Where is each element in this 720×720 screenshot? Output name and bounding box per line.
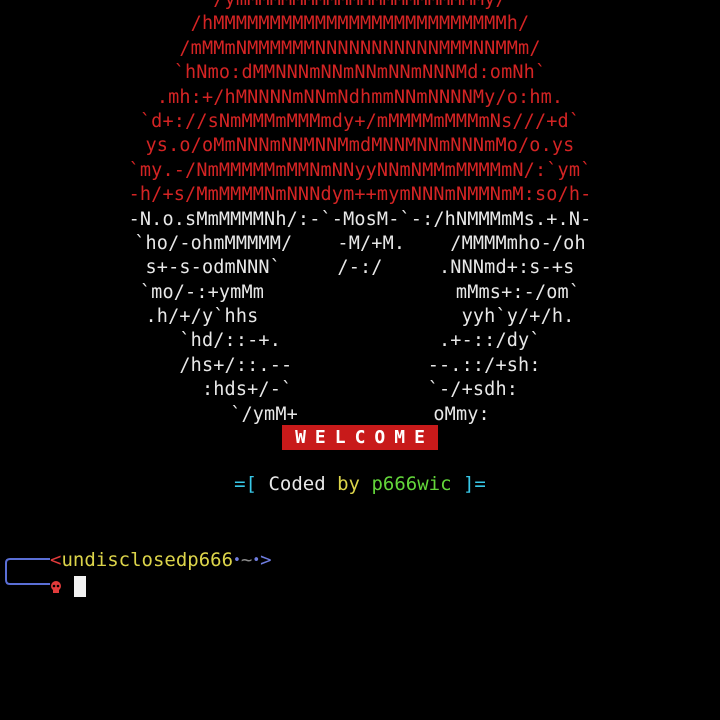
credit-author: p666wic bbox=[371, 473, 452, 495]
welcome-banner: WELCOME bbox=[282, 425, 438, 450]
ascii-art-line: /hs+/::.-- --.::/+sh: bbox=[179, 354, 541, 376]
credit-line: =[ Coded by p666wic ]= bbox=[0, 473, 720, 495]
ascii-art-line: -N.o.sMmMMMMNh/:-`-MosM-`-:/hNMMMmMs.+.N… bbox=[128, 208, 592, 230]
ascii-art-line: `/ymM+ oMmy: bbox=[230, 403, 490, 425]
terminal-cursor[interactable] bbox=[74, 576, 86, 597]
ascii-art-line: /ymMMMMMMMMMMMMMMMMMMMMMy/ bbox=[0, 0, 720, 12]
ascii-art-line: s+-s-odmNNN` /-:/ .NNNmd+:s-+s bbox=[145, 257, 575, 279]
ascii-art-line: :hds+/-` `-/+sdh: bbox=[201, 379, 519, 401]
ascii-art-line: `d+://sNmMMMmMMMmdy+/mMMMMmMMMmNs///+d` bbox=[139, 110, 581, 132]
ascii-art-line: /mMMmNMMMMMMNNNNNNNNNNNMMMNNMMm/ bbox=[179, 37, 541, 59]
ascii-art-line: `my.-/NmMMMMMmMMNmNNyyNNmNMMmMMMMmN/:`ym… bbox=[128, 159, 592, 181]
prompt-username: undisclosedp666 bbox=[61, 549, 234, 571]
credit-by: by bbox=[337, 473, 360, 495]
prompt-open-arrow: < bbox=[50, 549, 62, 571]
welcome-banner-row: WELCOME bbox=[0, 425, 720, 450]
ascii-art-line: `hNmo:dMMNNNmNNmNNmNNmNNNMd:omNh` bbox=[173, 62, 547, 84]
ascii-art-line: -h/+s/MmMMMMNmNNNdym++mymNNNmNMMNmM:so/h… bbox=[128, 184, 592, 206]
ascii-art-line: `hd/::-+. .+-::/dy` bbox=[179, 330, 541, 352]
prompt-separator-dot: • bbox=[252, 553, 261, 568]
ascii-art-line: /hMMMMMMMMMMMMMMMMMMMMMMMMMMh/ bbox=[190, 13, 530, 35]
ascii-art-line: .h/+/y`hhs yyh`y/+/h. bbox=[145, 306, 575, 328]
ascii-art-line: `mo/-:+ymMm mMms+:-/om` bbox=[139, 281, 581, 303]
skull-icon bbox=[51, 581, 61, 593]
credit-close-bracket: ]= bbox=[462, 473, 486, 495]
ascii-art-line: .mh:+/hMNNNNmNNmNdhmmNNmNNNNMy/o:hm. bbox=[156, 86, 564, 108]
terminal-window: /ymMMMMMMMMMMMMMMMMMMMMMy/ /hMMMMMMMMMMM… bbox=[0, 0, 720, 720]
prompt-separator-dot: • bbox=[233, 553, 241, 568]
prompt-cwd: ~ bbox=[240, 549, 253, 571]
credit-open-bracket: =[ bbox=[234, 473, 257, 495]
prompt-frame-icon bbox=[5, 558, 50, 585]
ascii-art-logo: /ymMMMMMMMMMMMMMMMMMMMMMy/ /hMMMMMMMMMMM… bbox=[0, 0, 720, 427]
ascii-art-line: `ho/-ohmMMMMM/ -M/+M. /MMMMmho-/oh bbox=[134, 232, 586, 254]
credit-coded: Coded bbox=[268, 473, 326, 495]
prompt-close-arrow: > bbox=[260, 549, 272, 571]
prompt-line: <undisclosedp666•~•> bbox=[50, 548, 272, 573]
ascii-art-line: ys.o/oMmNNNmNNMNNMmdMNNMNNmNNNmMo/o.ys bbox=[145, 135, 575, 157]
